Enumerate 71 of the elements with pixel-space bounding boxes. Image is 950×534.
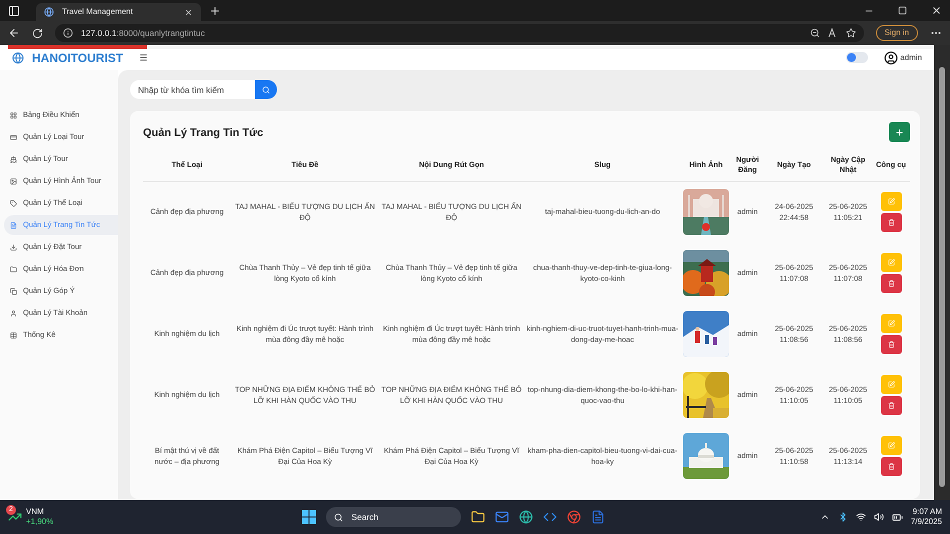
menu-item-icon: [10, 288, 17, 294]
sidebar-toggle-icon[interactable]: [8, 4, 20, 16]
scrollbar[interactable]: [934, 45, 950, 500]
edit-icon: [888, 198, 894, 205]
maximize-icon[interactable]: [898, 6, 907, 15]
info-icon[interactable]: [63, 28, 73, 38]
tab-title: Travel Management: [62, 6, 134, 18]
page-title: Quản Lý Trang Tin Tức: [143, 126, 264, 141]
clock-time: 9:07 AM: [912, 507, 942, 517]
browser-icon[interactable]: [519, 510, 534, 524]
favorite-icon[interactable]: [846, 28, 856, 38]
code-editor-icon[interactable]: [543, 510, 558, 524]
user-icon[interactable]: [884, 50, 898, 64]
menu-item-icon: [10, 134, 17, 140]
menu-item-icon: [10, 332, 17, 338]
site-icon: [44, 7, 54, 17]
trash-icon: [888, 462, 894, 470]
logo-icon: [12, 52, 24, 64]
menu-item-icon: [10, 156, 17, 162]
delete-button[interactable]: [880, 334, 902, 354]
add-button[interactable]: [889, 122, 910, 142]
mail-icon[interactable]: [495, 510, 510, 524]
plus-icon: [895, 128, 904, 136]
menu-item-icon: [10, 178, 17, 184]
bluetooth-icon[interactable]: [838, 512, 848, 522]
stock-change: +1,90%: [26, 517, 54, 527]
menu-item-icon: [10, 310, 17, 316]
delete-button[interactable]: [880, 396, 902, 414]
search-icon: [334, 512, 344, 522]
stock-ticker: VNM: [26, 507, 45, 517]
zoom-icon[interactable]: [810, 28, 820, 38]
reload-icon[interactable]: [32, 28, 43, 38]
search-icon: [262, 86, 270, 94]
user-name[interactable]: admin: [900, 52, 922, 64]
edit-icon: [888, 380, 894, 388]
edit-icon: [888, 320, 894, 326]
browser-tab[interactable]: Travel Management: [36, 3, 201, 21]
url-text: 127.0.0.1:8000/quanlytrangtintuc: [81, 26, 206, 40]
edit-icon: [888, 258, 894, 266]
search-field[interactable]: Nhập từ khóa tìm kiếm: [130, 80, 255, 99]
menu-icon[interactable]: [139, 53, 148, 62]
close-icon[interactable]: [931, 5, 942, 16]
delete-button[interactable]: [880, 456, 902, 476]
menu-item-icon: [10, 112, 17, 118]
close-tab-icon[interactable]: [184, 8, 193, 16]
battery-icon[interactable]: [892, 512, 903, 522]
trash-icon: [888, 402, 894, 408]
read-aloud-icon[interactable]: [828, 28, 838, 38]
taskbar-search[interactable]: Search: [326, 507, 462, 527]
back-icon[interactable]: [8, 27, 20, 39]
brand-name: HANOITOURIST: [32, 50, 124, 66]
menu-item-icon: [10, 222, 17, 228]
edit-icon: [888, 442, 894, 448]
new-tab-icon[interactable]: [209, 4, 221, 16]
address-bar[interactable]: 127.0.0.1:8000/quanlytrangtintuc: [55, 24, 864, 42]
trash-icon: [888, 340, 894, 348]
theme-switch[interactable]: [846, 52, 868, 63]
delete-button[interactable]: [880, 212, 902, 232]
volume-icon[interactable]: [874, 512, 884, 522]
windows-icon[interactable]: [302, 510, 316, 524]
folder-icon[interactable]: [471, 510, 486, 524]
menu-item-icon: [10, 266, 17, 272]
sign-in-button[interactable]: Sign in: [876, 25, 918, 41]
trash-icon: [888, 218, 894, 226]
menu-item-icon: [10, 244, 17, 250]
menu-item-icon: [10, 200, 17, 206]
search-button[interactable]: [255, 80, 277, 99]
trash-icon: [888, 280, 894, 286]
clock-date: 7/9/2025: [910, 517, 942, 527]
delete-button[interactable]: [880, 274, 902, 292]
wifi-icon[interactable]: [856, 512, 866, 522]
